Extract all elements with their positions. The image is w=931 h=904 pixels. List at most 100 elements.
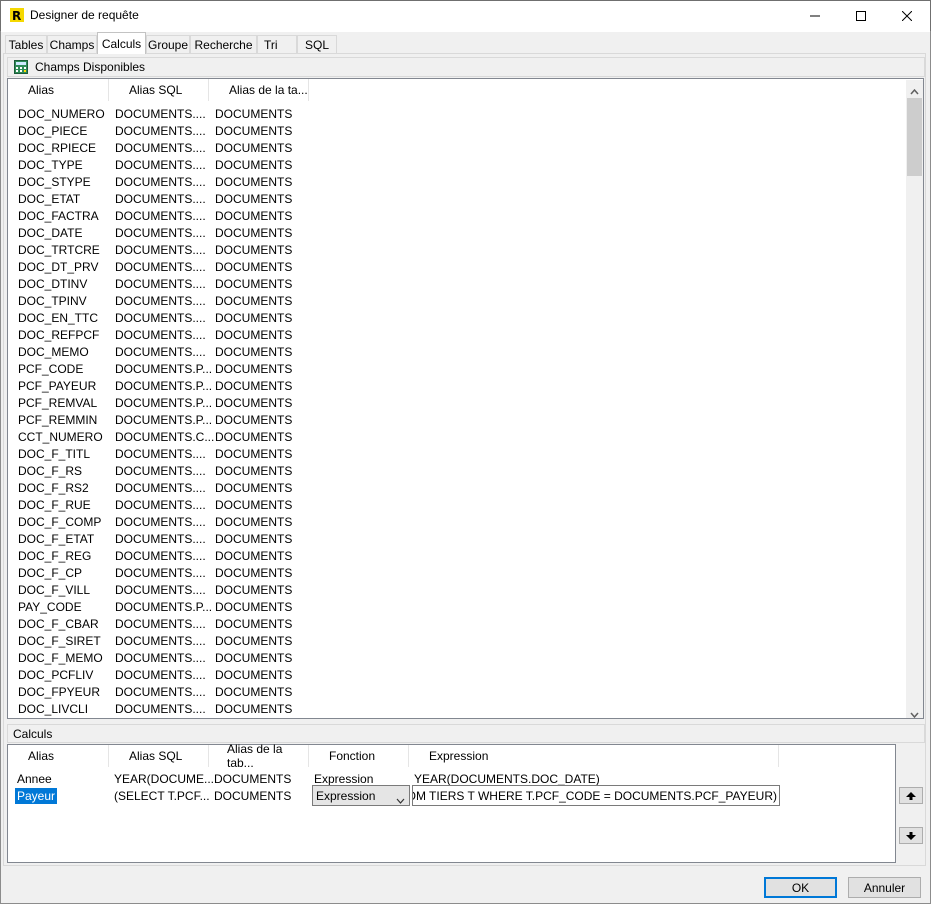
calc-row-2-alias[interactable]: Payeur xyxy=(15,788,58,804)
field-alias-sql: DOCUMENTS.... xyxy=(115,702,206,716)
list-item[interactable]: DOC_F_TITL DOCUMENTS.... DOCUMENTS xyxy=(18,446,318,463)
field-alias: DOC_LIVCLI xyxy=(18,702,89,716)
list-item[interactable]: DOC_DATE DOCUMENTS.... DOCUMENTS xyxy=(18,225,318,242)
field-alias: DOC_F_RUE xyxy=(18,498,91,512)
calc-header-alias-sql[interactable]: Alias SQL xyxy=(109,745,209,767)
list-item[interactable]: DOC_F_RS DOCUMENTS.... DOCUMENTS xyxy=(18,463,318,480)
field-table-alias: DOCUMENTS xyxy=(215,209,293,223)
calc-row-1-fonction[interactable]: Expression xyxy=(314,772,373,786)
move-up-button[interactable] xyxy=(899,787,923,804)
list-item[interactable]: DOC_RPIECE DOCUMENTS.... DOCUMENTS xyxy=(18,140,318,157)
maximize-button[interactable] xyxy=(838,0,884,31)
field-table-alias: DOCUMENTS xyxy=(215,600,293,614)
calc-row-1-expression[interactable]: YEAR(DOCUMENTS.DOC_DATE) xyxy=(414,772,600,786)
field-alias: PAY_CODE xyxy=(18,600,82,614)
cancel-button[interactable]: Annuler xyxy=(848,877,921,898)
tab-groupe[interactable]: Groupe xyxy=(146,35,190,53)
list-item[interactable]: DOC_F_ETAT DOCUMENTS.... DOCUMENTS xyxy=(18,531,318,548)
list-item[interactable]: DOC_PCFLIV DOCUMENTS.... DOCUMENTS xyxy=(18,667,318,684)
field-table-alias: DOCUMENTS xyxy=(215,396,293,410)
calc-row-1-alias[interactable]: Annee xyxy=(17,772,52,786)
list-item[interactable]: PCF_PAYEUR DOCUMENTS.P... DOCUMENTS xyxy=(18,378,318,395)
calc-header-table-alias[interactable]: Alias de la tab... xyxy=(209,742,309,770)
list-item[interactable]: DOC_TRTCRE DOCUMENTS.... DOCUMENTS xyxy=(18,242,318,259)
close-icon xyxy=(902,10,912,21)
fonction-select[interactable]: Expression xyxy=(312,785,410,806)
list-item[interactable]: PAY_CODE DOCUMENTS.P... DOCUMENTS xyxy=(18,599,318,616)
scroll-thumb[interactable] xyxy=(907,98,922,176)
calc-header-alias[interactable]: Alias xyxy=(8,745,109,767)
field-alias-sql: DOCUMENTS.P... xyxy=(115,362,213,376)
maximize-icon xyxy=(856,10,866,21)
list-item[interactable]: DOC_F_SIRET DOCUMENTS.... DOCUMENTS xyxy=(18,633,318,650)
calc-row-1-table[interactable]: DOCUMENTS xyxy=(214,772,291,786)
list-item[interactable]: PCF_CODE DOCUMENTS.P... DOCUMENTS xyxy=(18,361,318,378)
field-alias: DOC_FPYEUR xyxy=(18,685,101,699)
tab-sql[interactable]: SQL xyxy=(297,35,337,53)
list-item[interactable]: DOC_TYPE DOCUMENTS.... DOCUMENTS xyxy=(18,157,318,174)
list-item[interactable]: DOC_FACTRA DOCUMENTS.... DOCUMENTS xyxy=(18,208,318,225)
field-alias: DOC_RPIECE xyxy=(18,141,97,155)
list-item[interactable]: DOC_F_REG DOCUMENTS.... DOCUMENTS xyxy=(18,548,318,565)
calc-header-fonction[interactable]: Fonction xyxy=(309,745,409,767)
list-item[interactable]: DOC_DTINV DOCUMENTS.... DOCUMENTS xyxy=(18,276,318,293)
calc-row-2-table[interactable]: DOCUMENTS xyxy=(214,789,291,803)
available-fields-list[interactable]: Alias Alias SQL Alias de la ta... DOC_NU… xyxy=(7,78,924,719)
minimize-button[interactable] xyxy=(792,0,838,31)
move-down-button[interactable] xyxy=(899,827,923,844)
calc-row-1-alias-sql[interactable]: YEAR(DOCUME... xyxy=(114,772,214,786)
list-item[interactable]: DOC_F_VILL DOCUMENTS.... DOCUMENTS xyxy=(18,582,318,599)
column-header-table-alias[interactable]: Alias de la ta... xyxy=(209,79,309,101)
list-item[interactable]: DOC_F_CP DOCUMENTS.... DOCUMENTS xyxy=(18,565,318,582)
scroll-down-icon[interactable] xyxy=(910,707,919,721)
tab-champs[interactable]: Champs xyxy=(47,35,97,53)
list-item[interactable]: CCT_NUMERO DOCUMENTS.C... DOCUMENTS xyxy=(18,429,318,446)
tab-recherche[interactable]: Recherche xyxy=(190,35,257,53)
column-header-alias[interactable]: Alias xyxy=(8,79,109,101)
list-item[interactable]: DOC_F_CBAR DOCUMENTS.... DOCUMENTS xyxy=(18,616,318,633)
list-item[interactable]: DOC_FPYEUR DOCUMENTS.... DOCUMENTS xyxy=(18,684,318,701)
column-header-alias-sql[interactable]: Alias SQL xyxy=(109,79,209,101)
field-alias-sql: DOCUMENTS.C... xyxy=(115,430,215,444)
calculs-list[interactable]: Alias Alias SQL Alias de la tab... Fonct… xyxy=(7,742,896,863)
field-alias-sql: DOCUMENTS.... xyxy=(115,158,206,172)
tab-calculs[interactable]: Calculs xyxy=(97,32,146,54)
expression-input[interactable]: RS FROM TIERS T WHERE T.PCF_CODE = DOCUM… xyxy=(412,785,780,806)
list-item[interactable]: DOC_F_COMP DOCUMENTS.... DOCUMENTS xyxy=(18,514,318,531)
list-item[interactable]: DOC_STYPE DOCUMENTS.... DOCUMENTS xyxy=(18,174,318,191)
calc-header-expression[interactable]: Expression xyxy=(409,745,779,767)
calc-row-2-alias-sql[interactable]: (SELECT T.PCF... xyxy=(114,789,210,803)
field-table-alias: DOCUMENTS xyxy=(215,192,293,206)
list-item[interactable]: DOC_F_RS2 DOCUMENTS.... DOCUMENTS xyxy=(18,480,318,497)
field-alias-sql: DOCUMENTS.... xyxy=(115,464,206,478)
field-alias-sql: DOCUMENTS.... xyxy=(115,685,206,699)
available-fields-scrollbar[interactable] xyxy=(906,80,923,721)
field-alias: CCT_NUMERO xyxy=(18,430,103,444)
list-item[interactable]: DOC_F_RUE DOCUMENTS.... DOCUMENTS xyxy=(18,497,318,514)
close-button[interactable] xyxy=(884,0,930,31)
field-table-alias: DOCUMENTS xyxy=(215,481,293,495)
list-item[interactable]: DOC_TPINV DOCUMENTS.... DOCUMENTS xyxy=(18,293,318,310)
list-item[interactable]: PCF_REMMIN DOCUMENTS.P... DOCUMENTS xyxy=(18,412,318,429)
list-item[interactable]: DOC_PIECE DOCUMENTS.... DOCUMENTS xyxy=(18,123,318,140)
field-alias-sql: DOCUMENTS.... xyxy=(115,634,206,648)
list-item[interactable]: PCF_REMVAL DOCUMENTS.P... DOCUMENTS xyxy=(18,395,318,412)
list-item[interactable]: DOC_NUMERO DOCUMENTS.... DOCUMENTS xyxy=(18,106,318,123)
list-item[interactable]: DOC_ETAT DOCUMENTS.... DOCUMENTS xyxy=(18,191,318,208)
list-item[interactable]: DOC_REFPCF DOCUMENTS.... DOCUMENTS xyxy=(18,327,318,344)
list-item[interactable]: DOC_MEMO DOCUMENTS.... DOCUMENTS xyxy=(18,344,318,361)
fonction-select-value: Expression xyxy=(316,789,376,803)
list-item[interactable]: DOC_DT_PRV DOCUMENTS.... DOCUMENTS xyxy=(18,259,318,276)
scroll-up-icon[interactable] xyxy=(910,84,919,98)
field-alias-sql: DOCUMENTS.P... xyxy=(115,379,213,393)
field-alias-sql: DOCUMENTS.... xyxy=(115,447,206,461)
ok-button[interactable]: OK xyxy=(764,877,837,898)
list-item[interactable]: DOC_LIVCLI DOCUMENTS.... DOCUMENTS xyxy=(18,701,318,718)
field-alias: DOC_F_SIRET xyxy=(18,634,101,648)
list-item[interactable]: DOC_EN_TTC DOCUMENTS.... DOCUMENTS xyxy=(18,310,318,327)
field-table-alias: DOCUMENTS xyxy=(215,175,293,189)
tab-tables[interactable]: Tables xyxy=(5,35,47,53)
list-item[interactable]: DOC_F_MEMO DOCUMENTS.... DOCUMENTS xyxy=(18,650,318,667)
tab-tri[interactable]: Tri xyxy=(257,35,297,53)
field-table-alias: DOCUMENTS xyxy=(215,260,293,274)
